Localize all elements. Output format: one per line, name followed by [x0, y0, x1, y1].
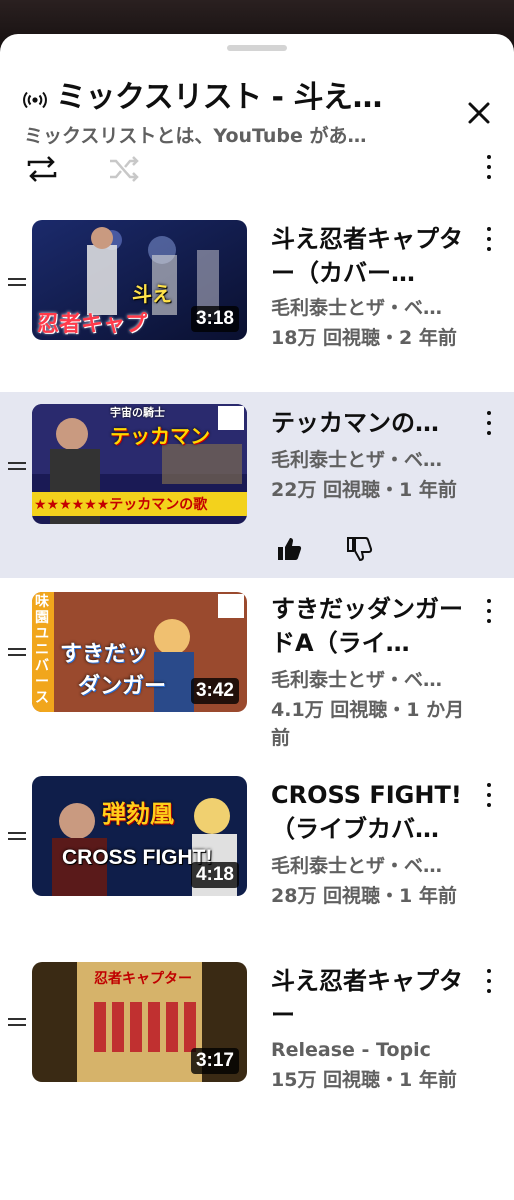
video-duration: 3:17 — [190, 1048, 239, 1074]
thumbnail-caption: 斗え — [132, 282, 172, 306]
drag-reorder-icon[interactable] — [8, 1016, 26, 1028]
video-title[interactable]: テッカマンの… — [271, 406, 467, 440]
video-meta: 15万 回視聴・1 年前 — [271, 1069, 457, 1091]
more-vert-icon[interactable] — [478, 152, 500, 182]
thumbnail-caption: 宇宙の騎士 — [110, 406, 165, 419]
thumbnail-caption: 忍者キャプター — [94, 971, 192, 987]
thumbnail-caption: すきだッ — [60, 642, 149, 667]
more-vert-icon[interactable] — [478, 408, 500, 438]
channel-name: 毛利泰士とザ・ベ… — [271, 855, 443, 877]
playlist-item-now-playing[interactable]: 宇宙の騎士 テッカマン ★★★★★★テッカマンの歌 テッカマンの… 毛利泰士とザ… — [0, 392, 514, 578]
video-title[interactable]: CROSS FIGHT!（ライブカバ… — [271, 778, 467, 846]
video-title[interactable]: 斗え忍者キャプター — [271, 964, 467, 1032]
video-thumbnail[interactable]: 弾劾凰 CROSS FIGHT! 4:18 — [32, 776, 247, 896]
loop-icon[interactable] — [24, 152, 60, 186]
video-meta: 4.1万 回視聴・1 か月前 — [271, 699, 465, 749]
video-thumbnail[interactable]: 忍者キャプター 3:17 — [32, 962, 247, 1082]
video-thumbnail[interactable]: 斗え 忍者キャプ 3:18 — [32, 220, 247, 340]
thumbnail-caption: テッカマン — [110, 424, 210, 448]
video-title[interactable]: 斗え忍者キャプター（カバー… — [271, 222, 467, 290]
channel-name: 毛利泰士とザ・ベ… — [271, 297, 443, 319]
playlist-header: ミックスリスト - 斗え… ミックスリストとは、YouTube があ… — [0, 56, 514, 156]
video-duration: 3:42 — [190, 678, 239, 704]
broadcast-icon — [23, 91, 47, 109]
video-meta: 28万 回視聴・1 年前 — [271, 885, 457, 907]
thumbnail-caption: 忍者キャプ — [37, 312, 148, 337]
thumbnail-caption: ダンガー — [78, 674, 167, 699]
dislike-icon[interactable] — [344, 534, 374, 564]
video-title[interactable]: すきだッダンガードA（ライ… — [271, 592, 467, 660]
playlist-controls — [0, 144, 514, 194]
drag-reorder-icon[interactable] — [8, 276, 26, 288]
video-thumbnail[interactable]: 宇宙の騎士 テッカマン ★★★★★★テッカマンの歌 — [32, 404, 247, 524]
thumbnail-caption: 味園ユニバース — [35, 594, 49, 706]
thumbnail-caption: 弾劾凰 — [102, 800, 174, 828]
like-icon[interactable] — [274, 534, 304, 564]
video-duration: 3:18 — [190, 306, 239, 332]
shuffle-icon[interactable] — [106, 152, 142, 186]
playlist-item[interactable]: 忍者キャプター 3:17 斗え忍者キャプター Release - Topic 1… — [0, 952, 514, 1136]
playlist-item[interactable]: 斗え 忍者キャプ 3:18 斗え忍者キャプター（カバー… 毛利泰士とザ・ベ… 1… — [0, 206, 514, 390]
more-vert-icon[interactable] — [478, 780, 500, 810]
channel-name: 毛利泰士とザ・ベ… — [271, 669, 443, 691]
playlist-item[interactable]: 味園ユニバース すきだッ ダンガー 3:42 すきだッダンガードA（ライ… 毛利… — [0, 580, 514, 764]
video-meta: 18万 回視聴・2 年前 — [271, 327, 457, 349]
playlist-item[interactable]: 弾劾凰 CROSS FIGHT! 4:18 CROSS FIGHT!（ライブカバ… — [0, 766, 514, 950]
drag-reorder-icon[interactable] — [8, 460, 26, 472]
close-icon[interactable] — [462, 96, 496, 130]
more-vert-icon[interactable] — [478, 966, 500, 996]
drag-reorder-icon[interactable] — [8, 646, 26, 658]
more-vert-icon[interactable] — [478, 596, 500, 626]
channel-name: Release - Topic — [271, 1039, 431, 1061]
more-vert-icon[interactable] — [478, 224, 500, 254]
video-duration: 4:18 — [190, 862, 239, 888]
drag-handle[interactable] — [227, 45, 287, 51]
video-thumbnail[interactable]: 味園ユニバース すきだッ ダンガー 3:42 — [32, 592, 247, 712]
video-meta: 22万 回視聴・1 年前 — [271, 479, 457, 501]
drag-reorder-icon[interactable] — [8, 830, 26, 842]
channel-name: 毛利泰士とザ・ベ… — [271, 449, 443, 471]
thumbnail-caption: ★★★★★★テッカマンの歌 — [34, 497, 208, 513]
playlist-title: ミックスリスト - 斗え… — [56, 80, 382, 115]
thumbnail-caption: CROSS FIGHT! — [62, 846, 213, 869]
